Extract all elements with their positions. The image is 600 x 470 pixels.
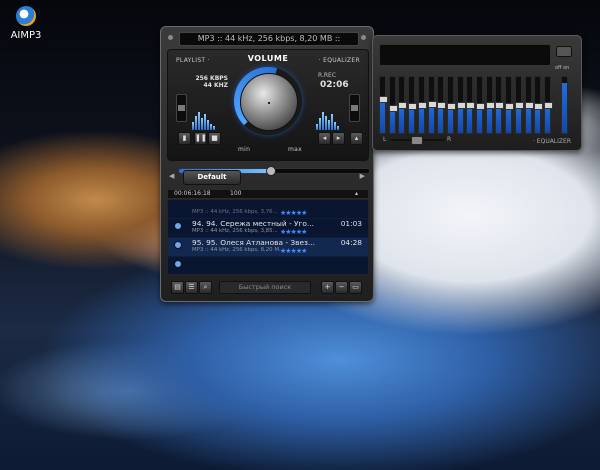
spectrum-analyzer-left [192, 108, 218, 130]
list-item-playing[interactable]: 95. 95. Олеся Атланова - Звез... MP3 :: … [168, 238, 368, 257]
eq-band-slider[interactable] [456, 76, 466, 134]
sort-button[interactable]: ☰ [185, 281, 198, 294]
eq-band-slider[interactable] [437, 76, 447, 134]
eq-band-slider[interactable] [417, 76, 427, 134]
playlist-menu-icon[interactable]: ▴ [355, 190, 358, 198]
find-button[interactable]: ⌕ [199, 281, 212, 294]
open-button[interactable]: ▴ [350, 132, 363, 145]
preamp-slider[interactable] [561, 76, 568, 134]
volume-knob[interactable] [234, 67, 302, 135]
equalizer-label: · EQUALIZER [532, 138, 571, 145]
volume-max-label: max [288, 146, 302, 153]
equalizer-toggle-button[interactable] [556, 46, 572, 57]
volume-min-label: min [238, 146, 251, 153]
equalizer-preset-display [379, 44, 551, 66]
aimp3-icon [16, 6, 36, 26]
playlist-total-time: 00:06:16:18 [174, 190, 211, 197]
track-meta: MP3 :: 44 kHz, 256 kbps, 3,85... [192, 228, 278, 234]
track-icon [174, 260, 182, 268]
rating-stars[interactable]: ★★★★★ [280, 209, 307, 217]
playlist-options-button[interactable]: ▭ [349, 281, 362, 294]
eq-band-slider[interactable] [427, 76, 437, 134]
record-label[interactable]: R.REC [318, 72, 336, 79]
playlist-tab-default[interactable]: Default [183, 170, 241, 185]
track-duration: 01:03 [340, 219, 362, 228]
list-item[interactable] [168, 257, 368, 274]
stop-button[interactable]: ■ [208, 132, 221, 145]
track-duration: 04:28 [340, 238, 362, 247]
eq-band-slider[interactable] [379, 76, 388, 134]
prev-button[interactable]: ◂ [318, 132, 331, 145]
eq-band-slider[interactable] [543, 76, 553, 134]
player-main-panel: VOLUME PLAYLIST · · EQUALIZER 256 KBPS 4… [167, 49, 370, 176]
next-button[interactable]: ▸ [332, 132, 345, 145]
left-slider[interactable] [176, 94, 187, 122]
desktop-icon-label: AIMP3 [10, 30, 42, 41]
eq-band-slider[interactable] [485, 76, 495, 134]
tab-scroll-left-icon[interactable]: ◀ [169, 172, 174, 180]
track-meta: MP3 :: 44 kHz, 256 kbps, 8,20 M... [192, 247, 285, 253]
eq-band-slider[interactable] [514, 76, 524, 134]
balance-right-label: R [447, 136, 452, 143]
track-info-titlebar[interactable]: MP3 :: 44 kHz, 256 kbps, 8,20 MB :: [179, 32, 359, 46]
playlist-stats-bar: 00:06:16:18 100 ▴ [167, 189, 369, 199]
eq-band-slider[interactable] [408, 76, 418, 134]
eq-band-slider[interactable] [476, 76, 486, 134]
track-meta: MP3 :: 44 kHz, 256 kbps, 3,76... [192, 209, 278, 215]
balance-thumb[interactable] [411, 136, 423, 145]
playlist-toolbar: ▤ ☰ ⌕ Быстрый поиск + − ▭ [167, 279, 367, 295]
rating-stars[interactable]: ★★★★★ [280, 228, 307, 236]
samplerate-readout: 44 KHZ [203, 82, 228, 89]
eq-band-slider[interactable] [398, 76, 408, 134]
eq-band-slider[interactable] [534, 76, 544, 134]
eq-band-slider[interactable] [446, 76, 456, 134]
right-slider[interactable] [349, 94, 360, 122]
window-menu-icon[interactable] [168, 35, 173, 40]
close-icon[interactable] [361, 35, 366, 40]
tab-scroll-right-icon[interactable]: ▶ [360, 172, 365, 180]
eq-band-slider[interactable] [466, 76, 476, 134]
equalizer-bands [379, 76, 553, 134]
add-button[interactable]: + [321, 281, 334, 294]
playlist-menu-button[interactable]: ▤ [171, 281, 184, 294]
playing-icon [174, 241, 182, 249]
eq-band-slider[interactable] [505, 76, 515, 134]
desktop-icon-aimp3[interactable]: AIMP3 [6, 6, 46, 41]
volume-knob-cap [240, 73, 298, 131]
balance-left-label: L [383, 136, 387, 143]
eq-band-slider[interactable] [524, 76, 534, 134]
player-window: MP3 :: 44 kHz, 256 kbps, 8,20 MB :: VOLU… [160, 26, 374, 302]
equalizer-window: off on L R · EQUALIZER [372, 35, 582, 151]
rating-stars[interactable]: ★★★★★ [280, 247, 307, 255]
playlist-toggle-label[interactable]: PLAYLIST · [176, 57, 210, 64]
spectrum-analyzer-right [316, 108, 342, 130]
equalizer-toggle-label[interactable]: · EQUALIZER [319, 57, 360, 64]
balance-slider[interactable]: L R [383, 136, 453, 145]
quick-search-input[interactable]: Быстрый поиск [219, 281, 311, 294]
playlist[interactable]: MP3 :: 44 kHz, 256 kbps, 3,76... ★★★★★ 9… [167, 199, 369, 275]
remove-button[interactable]: − [335, 281, 348, 294]
equalizer-off-on-label: off on [555, 65, 570, 71]
eq-band-slider[interactable] [388, 76, 398, 134]
track-icon [174, 222, 182, 230]
bitrate-readout: 256 KBPS [195, 75, 228, 82]
list-item[interactable]: 94. 94. Сережа местный - Уго... MP3 :: 4… [168, 219, 368, 238]
visualization-button[interactable]: ▮ [178, 132, 191, 145]
list-item[interactable]: MP3 :: 44 kHz, 256 kbps, 3,76... ★★★★★ [168, 200, 368, 219]
playlist-tabs-bar: ◀ Default ▶ [167, 168, 367, 185]
time-readout: 02:06 [320, 80, 349, 90]
eq-band-slider[interactable] [495, 76, 505, 134]
pause-button[interactable]: ❚❚ [194, 132, 207, 145]
playlist-track-count: 100 [230, 190, 242, 197]
